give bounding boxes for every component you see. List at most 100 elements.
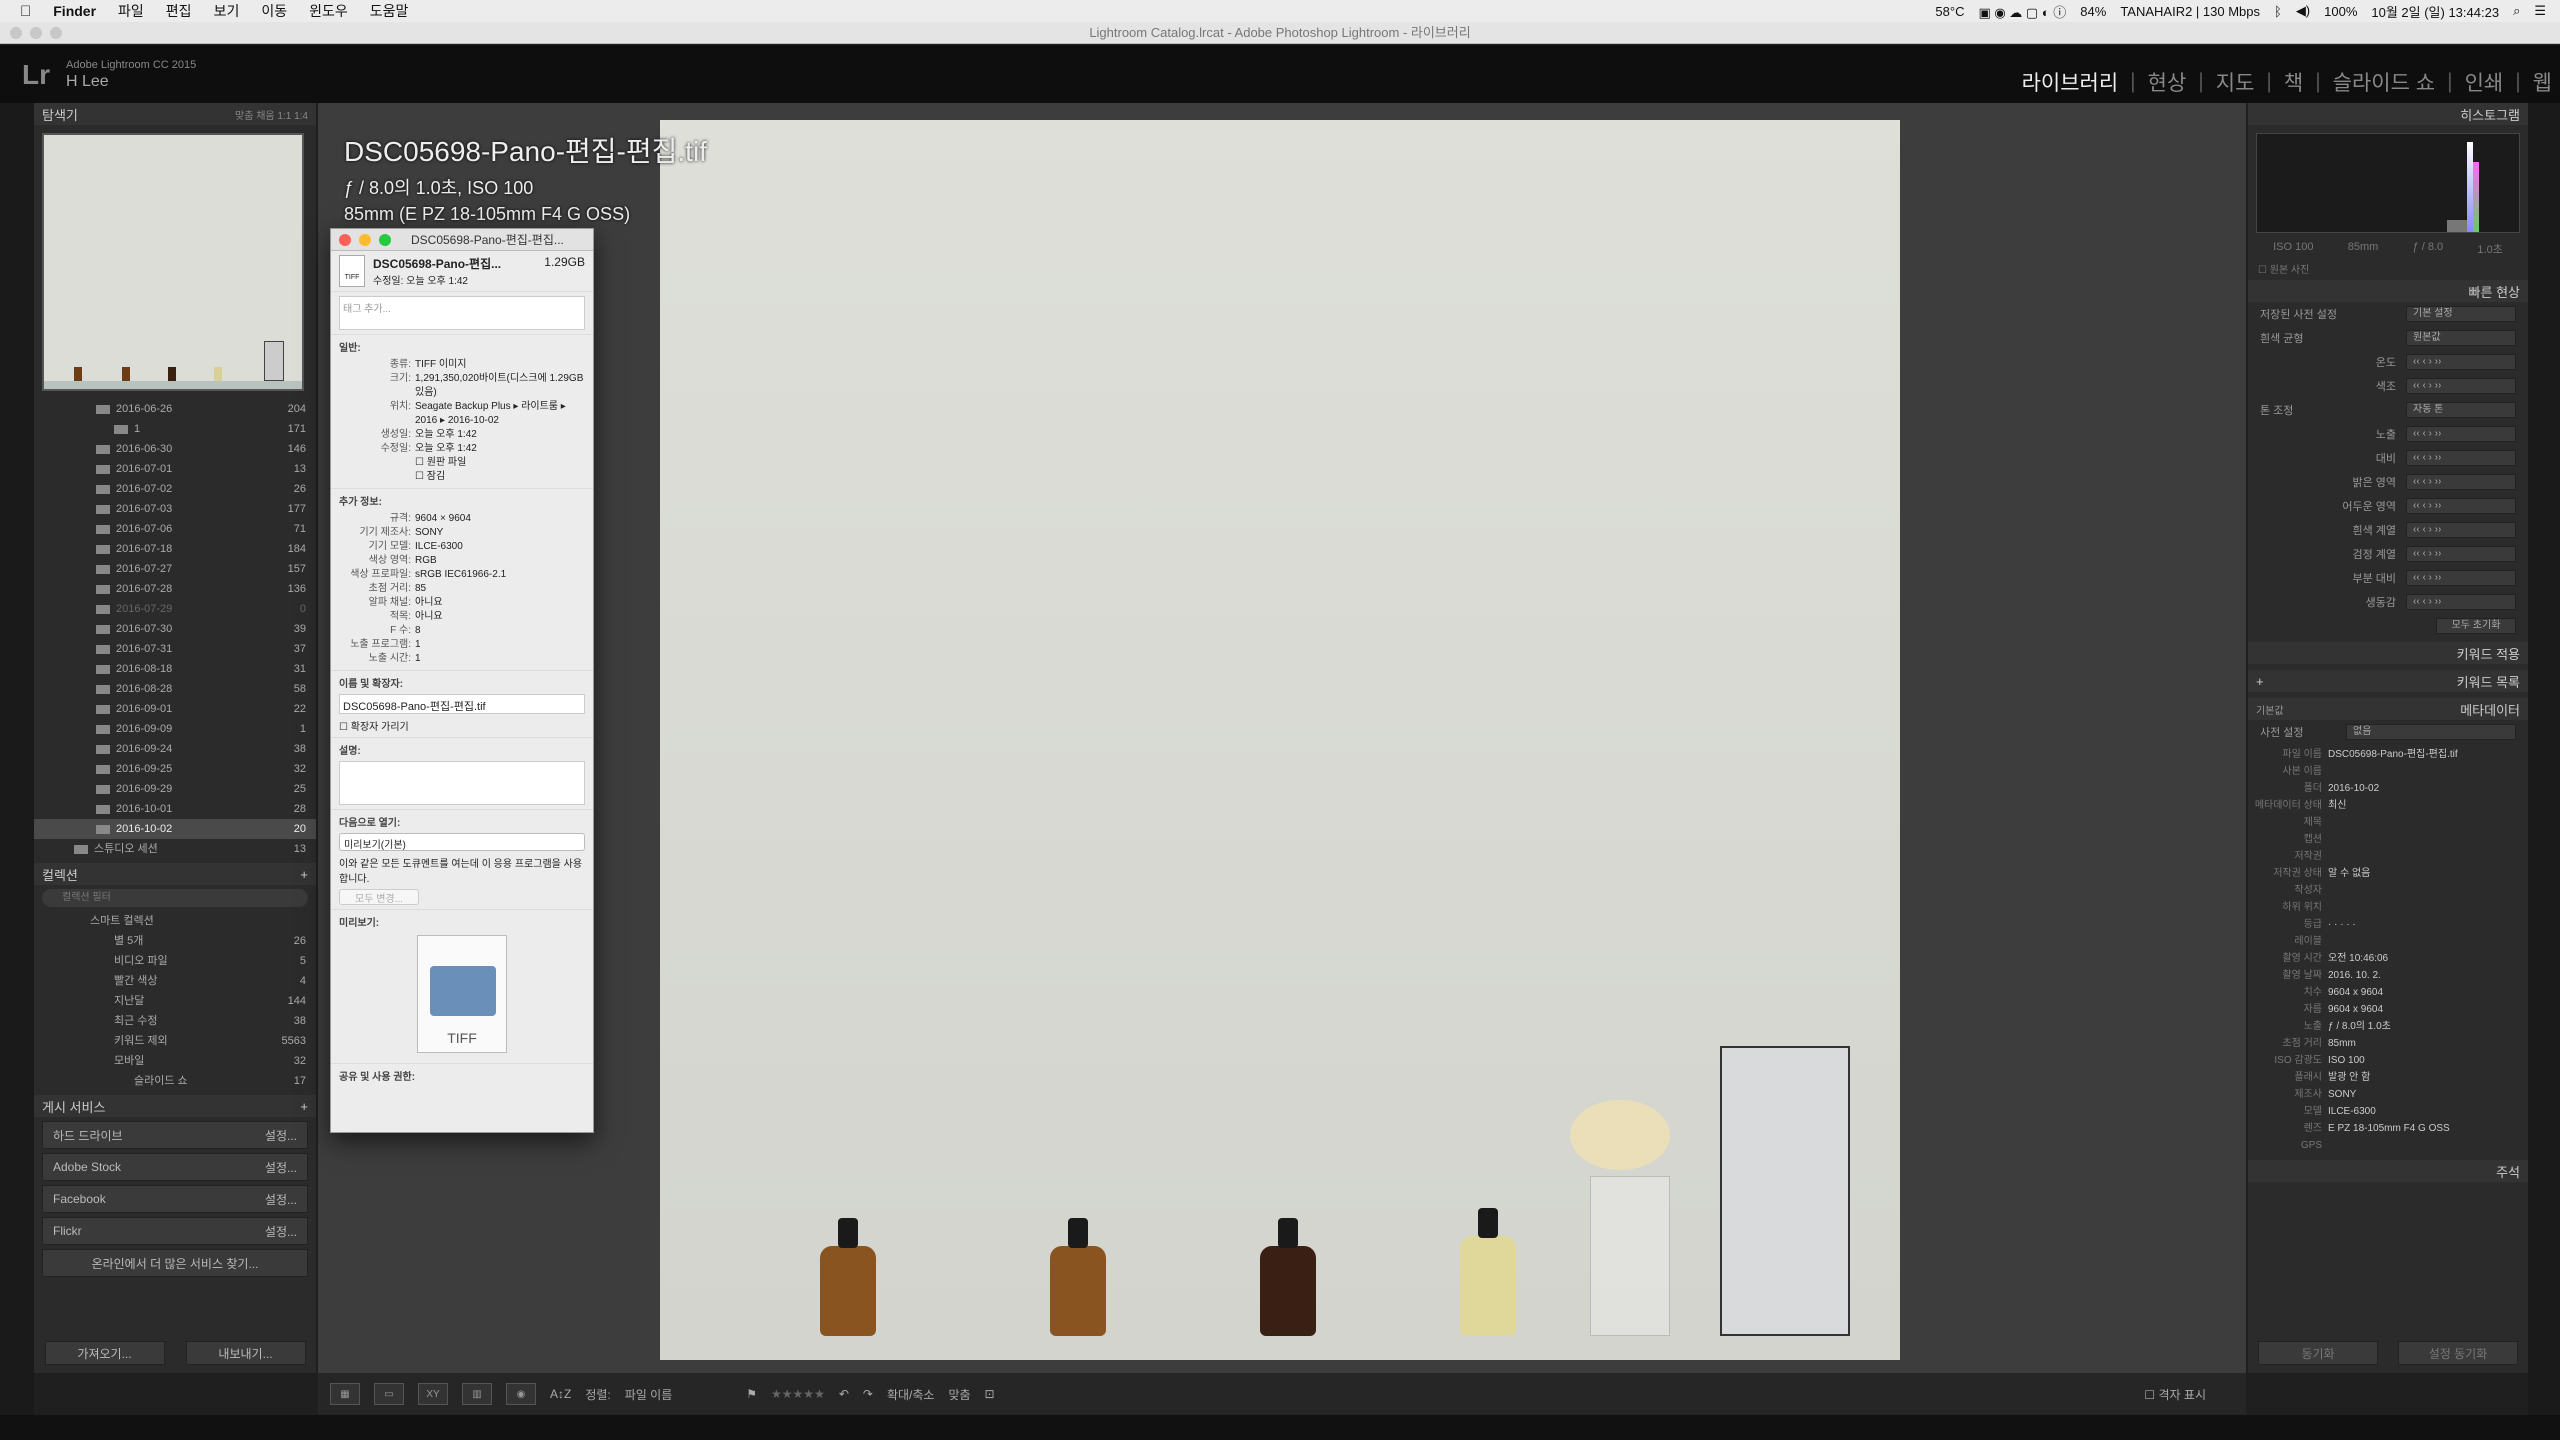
folder-row[interactable]: 2016-09-29 25 <box>34 779 316 799</box>
sync-button[interactable]: 동기화 <box>2258 1341 2378 1365</box>
folder-row[interactable]: 2016-07-06 71 <box>34 519 316 539</box>
navigator-header[interactable]: 탐색기 맞춤 채움 1:1 1:4 <box>34 103 316 125</box>
loupe-view-icon[interactable]: ▭ <box>374 1383 404 1405</box>
main-photo[interactable] <box>660 120 1900 1360</box>
folder-row[interactable]: 2016-06-30 146 <box>34 439 316 459</box>
menu-file[interactable]: 파일 <box>118 1 144 21</box>
wifi-strength-text[interactable]: 84% <box>2080 4 2106 19</box>
collection-row[interactable]: 지난달 144 <box>34 991 316 1011</box>
module-print[interactable]: 인쇄 <box>2465 67 2504 97</box>
close-window-button[interactable] <box>10 27 22 39</box>
filmstrip-collapsed-bar[interactable] <box>0 1415 2560 1440</box>
name-extension-input[interactable]: DSC05698-Pano-편집-편집.tif <box>339 694 585 714</box>
more-info-heading[interactable]: 추가 정보: <box>339 493 585 508</box>
clock[interactable]: 10월 2일 (일) 13:44:23 <box>2371 2 2499 21</box>
left-panel-edge[interactable] <box>0 103 34 1440</box>
metadata-row[interactable]: GPS <box>2248 1137 2528 1154</box>
cpu-temp[interactable]: 58°C <box>1935 4 1964 19</box>
crop-icon[interactable]: ⊡ <box>985 1387 995 1401</box>
add-keyword-icon[interactable]: + <box>2256 674 2264 689</box>
grid-overlay-checkbox[interactable]: ☐ <box>2144 1388 2158 1402</box>
histogram-header[interactable]: 히스토그램 <box>2248 103 2528 125</box>
module-book[interactable]: 책 <box>2284 67 2303 97</box>
bluetooth-icon[interactable]: ᛒ <box>2274 4 2282 19</box>
comments-textarea[interactable] <box>339 761 585 805</box>
module-library[interactable]: 라이브러리 <box>2022 67 2119 97</box>
metadata-row[interactable]: ISO 감광도 ISO 100 <box>2248 1052 2528 1069</box>
folder-row[interactable]: 2016-06-26 204 <box>34 399 316 419</box>
tint-stepper[interactable]: ‹‹ ‹ › ›› <box>2406 378 2516 394</box>
metadata-row[interactable]: 레이블 <box>2248 933 2528 950</box>
collection-row[interactable]: 모바일 32 <box>34 1051 316 1071</box>
vibrance-stepper[interactable]: ‹‹ ‹ › ›› <box>2406 594 2516 610</box>
collection-row[interactable]: 별 5개 26 <box>34 931 316 951</box>
clarity-stepper[interactable]: ‹‹ ‹ › ›› <box>2406 570 2516 586</box>
folder-row[interactable]: 2016-09-01 22 <box>34 699 316 719</box>
menu-list-icon[interactable]: ☰ <box>2534 3 2546 19</box>
menu-go[interactable]: 이동 <box>261 1 287 21</box>
collection-row[interactable]: 키워드 제외 5563 <box>34 1031 316 1051</box>
info-close-button[interactable] <box>339 234 351 246</box>
comments-heading[interactable]: 설명: <box>339 742 585 757</box>
navigator-preview[interactable] <box>42 133 304 391</box>
metadata-row[interactable]: 메타데이터 상태 최신 <box>2248 797 2528 814</box>
menu-window[interactable]: 윈도우 <box>309 1 348 21</box>
collection-row[interactable]: 비디오 파일 5 <box>34 951 316 971</box>
info-titlebar[interactable]: DSC05698-Pano-편집-편집... <box>331 229 593 251</box>
sync-settings-button[interactable]: 설정 동기화 <box>2398 1341 2518 1365</box>
status-icons[interactable]: ▣ ◉ ☁ ▢ ◐ ⓘ <box>1978 2 2066 21</box>
volume-icon[interactable]: ◀) <box>2296 3 2310 19</box>
metadata-preset-select[interactable]: 없음 <box>2346 724 2516 740</box>
module-develop[interactable]: 현상 <box>2148 67 2187 97</box>
reset-all-button[interactable]: 모두 초기화 <box>2436 618 2516 634</box>
collection-row[interactable]: 슬라이드 쇼 17 <box>34 1071 316 1091</box>
folder-row[interactable]: 2016-09-24 38 <box>34 739 316 759</box>
publish-hard-drive[interactable]: 하드 드라이브 설정... <box>42 1121 308 1149</box>
metadata-row[interactable]: 하위 위치 <box>2248 899 2528 916</box>
metadata-row[interactable]: 사본 이름 <box>2248 763 2528 780</box>
open-with-heading[interactable]: 다음으로 열기: <box>339 814 585 829</box>
exposure-stepper[interactable]: ‹‹ ‹ › ›› <box>2406 426 2516 442</box>
highlights-stepper[interactable]: ‹‹ ‹ › ›› <box>2406 474 2516 490</box>
folder-row[interactable]: 2016-10-01 28 <box>34 799 316 819</box>
metadata-row[interactable]: 등급 · · · · · <box>2248 916 2528 933</box>
blacks-stepper[interactable]: ‹‹ ‹ › ›› <box>2406 546 2516 562</box>
metadata-row[interactable]: 저작권 <box>2248 848 2528 865</box>
metadata-view-select[interactable]: 기본값 <box>2256 702 2284 717</box>
temperature-stepper[interactable]: ‹‹ ‹ › ›› <box>2406 354 2516 370</box>
folder-row[interactable]: 2016-07-01 13 <box>34 459 316 479</box>
preview-heading[interactable]: 미리보기: <box>339 914 585 929</box>
menu-help[interactable]: 도움말 <box>370 1 409 21</box>
metadata-row[interactable]: 촬영 날짜 2016. 10. 2. <box>2248 967 2528 984</box>
metadata-row[interactable]: 작성자 <box>2248 882 2528 899</box>
sort-direction-icon[interactable]: A↕Z <box>550 1387 571 1401</box>
compare-view-icon[interactable]: XY <box>418 1383 448 1405</box>
folder-row[interactable]: 2016-07-28 136 <box>34 579 316 599</box>
module-web[interactable]: 웹 <box>2533 67 2552 97</box>
folder-row[interactable]: 2016-09-25 32 <box>34 759 316 779</box>
metadata-row[interactable]: 초점 거리 85mm <box>2248 1035 2528 1052</box>
metadata-row[interactable]: 파일 이름 DSC05698-Pano-편집-편집.tif <box>2248 746 2528 763</box>
folder-row[interactable]: 2016-07-30 39 <box>34 619 316 639</box>
publish-adobe-stock[interactable]: Adobe Stock 설정... <box>42 1153 308 1181</box>
smart-collection-set[interactable]: 스마트 컬렉션 <box>34 911 316 931</box>
quick-develop-header[interactable]: 빠른 현상 <box>2248 280 2528 302</box>
metadata-row[interactable]: 캡션 <box>2248 831 2528 848</box>
folder-row[interactable]: 2016-07-31 37 <box>34 639 316 659</box>
export-button[interactable]: 내보내기... <box>185 1341 306 1365</box>
menu-edit[interactable]: 편집 <box>166 1 192 21</box>
metadata-row[interactable]: 플래시 발광 안 함 <box>2248 1069 2528 1086</box>
search-icon[interactable]: ⌕ <box>2513 3 2520 19</box>
folder-row[interactable]: 2016-07-03 177 <box>34 499 316 519</box>
menu-app-name[interactable]: Finder <box>53 3 96 19</box>
publish-facebook[interactable]: Facebook 설정... <box>42 1185 308 1213</box>
collection-row[interactable]: 최근 수정 38 <box>34 1011 316 1031</box>
keyword-apply-header[interactable]: 키워드 적용 <box>2248 642 2528 664</box>
collection-filter-input[interactable]: 컬렉션 필터 <box>42 889 308 907</box>
white-balance-select[interactable]: 원본값 <box>2406 330 2516 346</box>
folder-row[interactable]: 1 171 <box>34 419 316 439</box>
grid-view-icon[interactable]: ▦ <box>330 1383 360 1405</box>
survey-view-icon[interactable]: ▥ <box>462 1383 492 1405</box>
folder-row[interactable]: 2016-07-02 26 <box>34 479 316 499</box>
keyword-list-header[interactable]: + 키워드 목록 <box>2248 670 2528 692</box>
